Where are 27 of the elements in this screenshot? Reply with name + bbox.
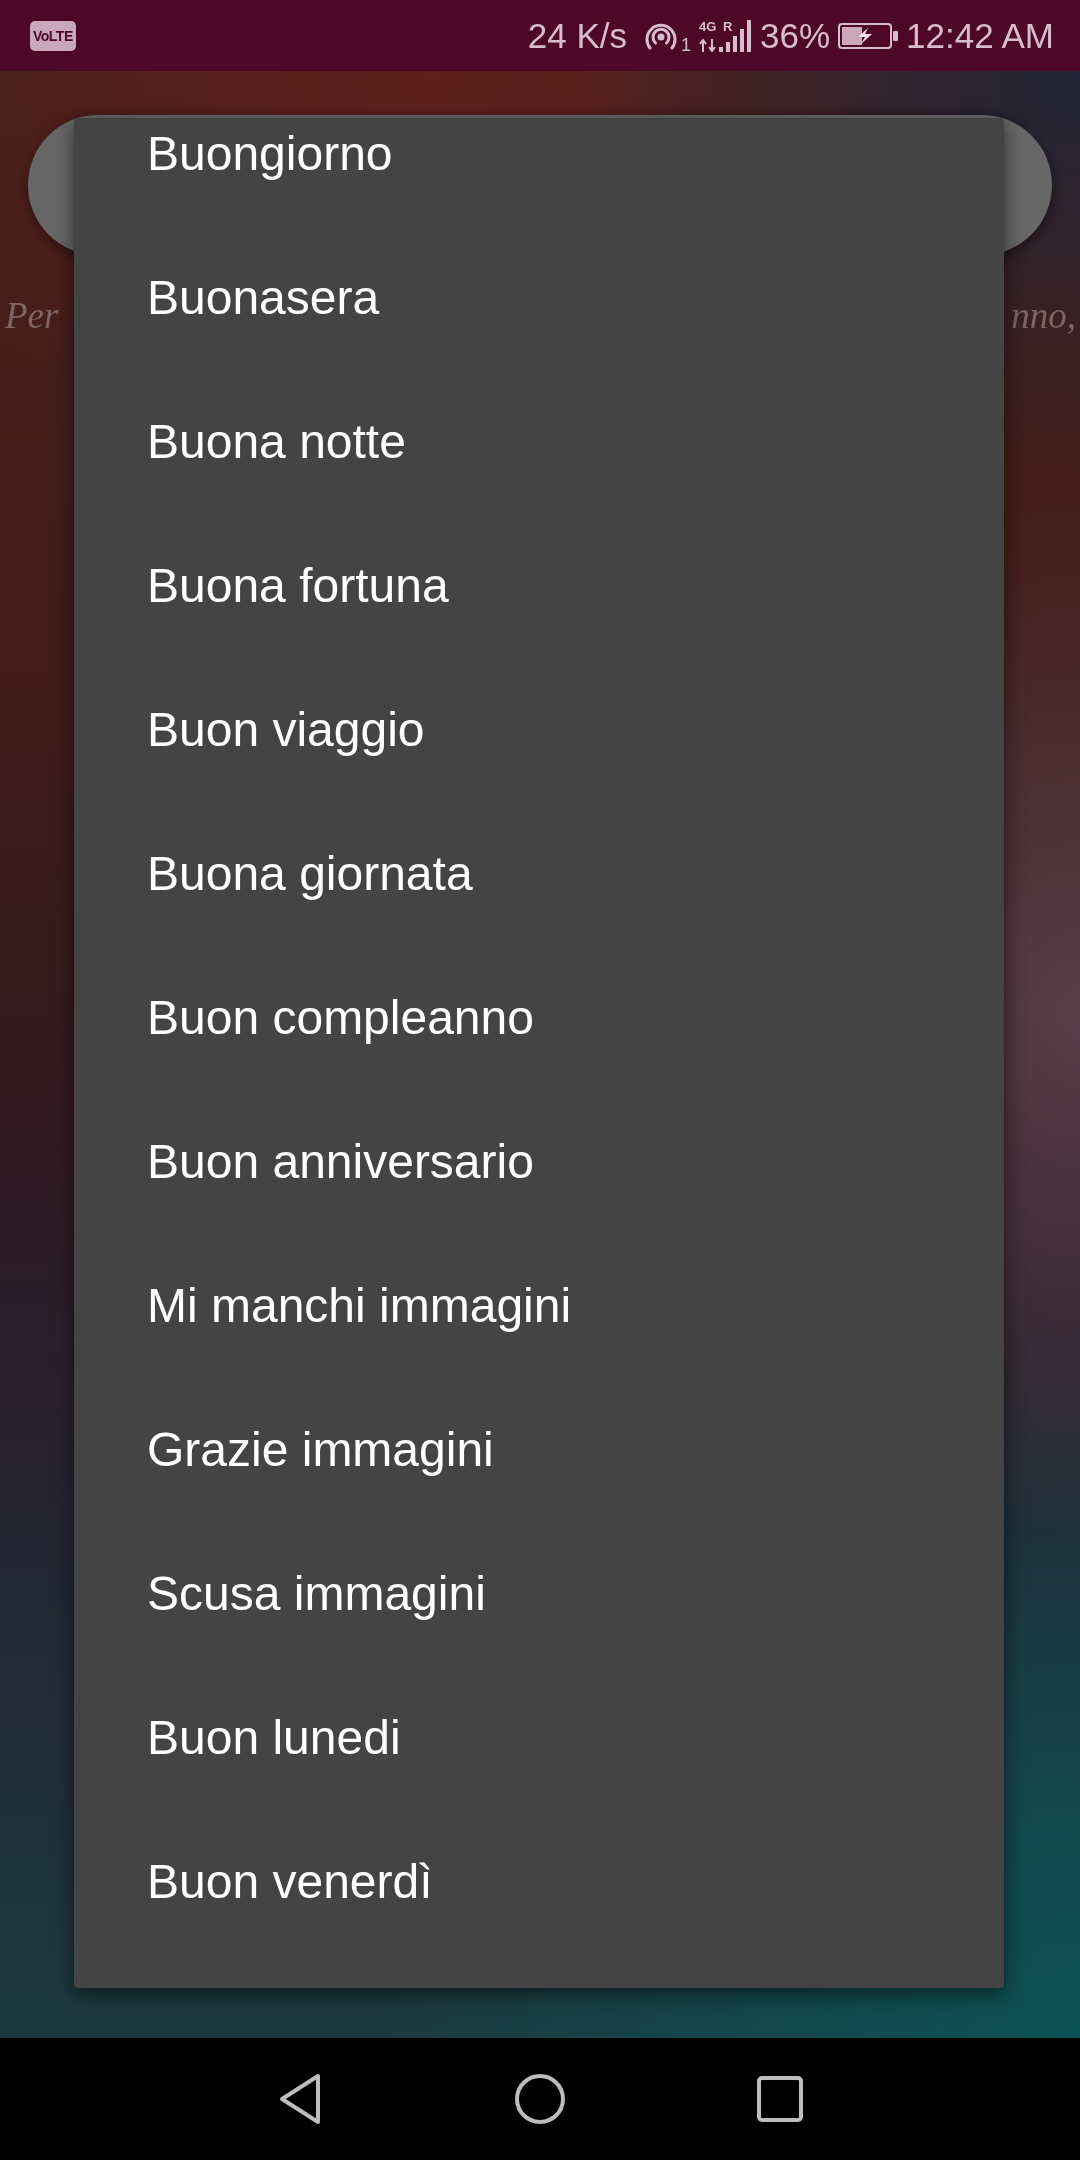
recents-icon[interactable] <box>757 2076 803 2122</box>
menu-item[interactable]: Buon lunedi <box>147 1710 401 1766</box>
roaming-label: R <box>723 19 733 33</box>
network-speed: 24 K/s <box>527 18 628 53</box>
menu-item[interactable]: Buonasera <box>147 270 380 326</box>
hotspot-count-label: 1 <box>681 35 692 54</box>
clock: 12:42 AM <box>906 18 1054 53</box>
menu-item[interactable]: Grazie immagini <box>147 1422 494 1478</box>
menu-item[interactable]: Scusa immagini <box>147 1566 486 1622</box>
battery-percent: 36% <box>760 18 831 53</box>
signal-icon <box>719 19 753 52</box>
menu-item[interactable]: Buon compleanno <box>147 990 534 1046</box>
menu-item[interactable]: Buona fortuna <box>147 558 449 614</box>
home-icon[interactable] <box>515 2074 565 2124</box>
menu-item[interactable]: Buona giornata <box>147 846 473 902</box>
menu-item[interactable]: Buongiorno <box>147 126 393 182</box>
description-text: nno, <box>1011 294 1076 338</box>
menu-item[interactable]: Buon venerdì <box>147 1854 433 1910</box>
data-arrows-icon <box>699 38 718 52</box>
menu-item[interactable]: Buon anniversario <box>147 1134 534 1190</box>
menu-item[interactable]: Buona notte <box>147 414 406 470</box>
network-type-label: 4G <box>699 19 717 33</box>
volte-indicator: VoLTE <box>30 20 76 51</box>
menu-item[interactable]: Mi manchi immagini <box>147 1278 572 1334</box>
menu-item[interactable]: Buon viaggio <box>147 702 425 758</box>
back-icon[interactable] <box>279 2073 321 2125</box>
description-text: Per <box>5 294 59 338</box>
